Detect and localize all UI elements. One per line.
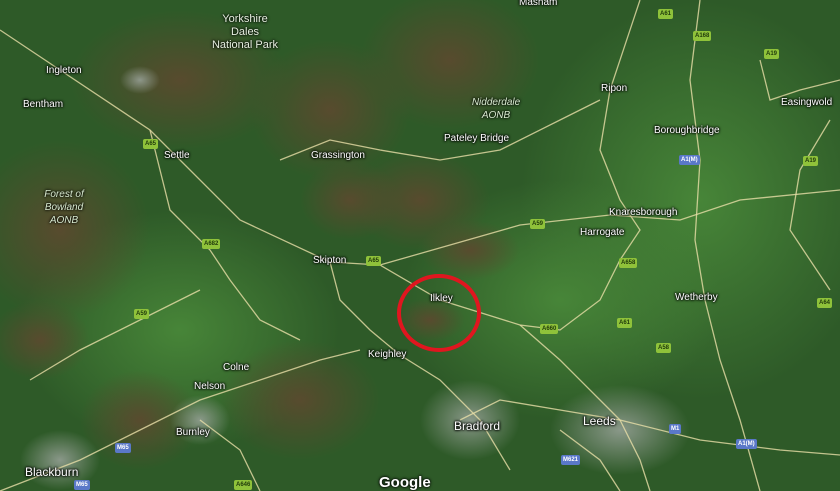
place-label-blackburn[interactable]: Blackburn (25, 465, 78, 479)
road-shield-m621: M621 (561, 455, 581, 465)
place-label-bradford[interactable]: Bradford (454, 419, 500, 433)
google-logo: Google (379, 474, 431, 491)
road-shield-a646: A646 (234, 480, 253, 490)
place-label-pateley-bridge[interactable]: Pateley Bridge (444, 133, 509, 145)
area-label-bowland-line2: Bowland (44, 202, 84, 213)
place-label-ingleton[interactable]: Ingleton (46, 65, 82, 77)
road-shield-a59-east: A59 (530, 219, 546, 229)
road-shield-m1: M1 (669, 424, 682, 434)
place-label-harrogate[interactable]: Harrogate (580, 227, 624, 239)
park-label-yorkshire-dales-line2: Dales (230, 26, 260, 38)
place-label-leeds[interactable]: Leeds (583, 414, 616, 428)
road-shield-a58: A58 (656, 343, 672, 353)
place-label-easingwold[interactable]: Easingwold (781, 97, 832, 109)
park-label-yorkshire-dales-line1: Yorkshire (222, 13, 268, 25)
area-label-bowland-line3: AONB (49, 215, 79, 226)
place-label-bentham[interactable]: Bentham (23, 99, 63, 111)
road-shield-m65-south: M65 (74, 480, 90, 490)
place-label-grassington[interactable]: Grassington (311, 150, 365, 162)
satellite-terrain (0, 0, 840, 491)
road-shield-a64: A64 (817, 298, 833, 308)
place-label-masham[interactable]: Masham (519, 0, 557, 9)
place-label-colne[interactable]: Colne (223, 362, 249, 374)
road-shield-a1m-mid: A1(M) (679, 155, 700, 165)
road-shield-a61-north: A61 (658, 9, 674, 19)
place-label-ripon[interactable]: Ripon (601, 83, 627, 95)
place-label-knaresborough[interactable]: Knaresborough (609, 207, 677, 219)
place-label-burnley[interactable]: Burnley (176, 427, 210, 439)
road-shield-a660: A660 (540, 324, 559, 334)
place-label-skipton[interactable]: Skipton (313, 255, 346, 267)
area-label-bowland-line1: Forest of (44, 189, 84, 200)
road-shield-a65-skipton: A65 (366, 256, 382, 266)
road-shield-a1m-south: A1(M) (736, 439, 757, 449)
road-shield-a168: A168 (693, 31, 712, 41)
place-label-settle[interactable]: Settle (164, 150, 190, 162)
area-label-nidderdale-line2: AONB (481, 110, 511, 121)
highlight-circle (397, 274, 481, 352)
road-shield-a59-west: A59 (134, 309, 150, 319)
road-shield-a61-harrogate: A61 (617, 318, 633, 328)
road-shield-a682: A682 (202, 239, 221, 249)
road-shield-a658: A658 (619, 258, 638, 268)
area-label-nidderdale-line1: Nidderdale (471, 97, 521, 108)
park-label-yorkshire-dales-line3: National Park (211, 39, 279, 51)
place-label-keighley[interactable]: Keighley (368, 349, 406, 361)
road-shield-a19-north: A19 (764, 49, 780, 59)
road-shield-m65-west: M65 (115, 443, 131, 453)
place-label-wetherby[interactable]: Wetherby (675, 292, 718, 304)
road-shield-a19-east: A19 (803, 156, 819, 166)
place-label-boroughbridge[interactable]: Boroughbridge (654, 125, 720, 137)
place-label-nelson[interactable]: Nelson (194, 381, 225, 393)
map-view[interactable]: Masham Ingleton Bentham Ripon Easingwold… (0, 0, 840, 491)
road-shield-a65-settle: A65 (143, 139, 159, 149)
